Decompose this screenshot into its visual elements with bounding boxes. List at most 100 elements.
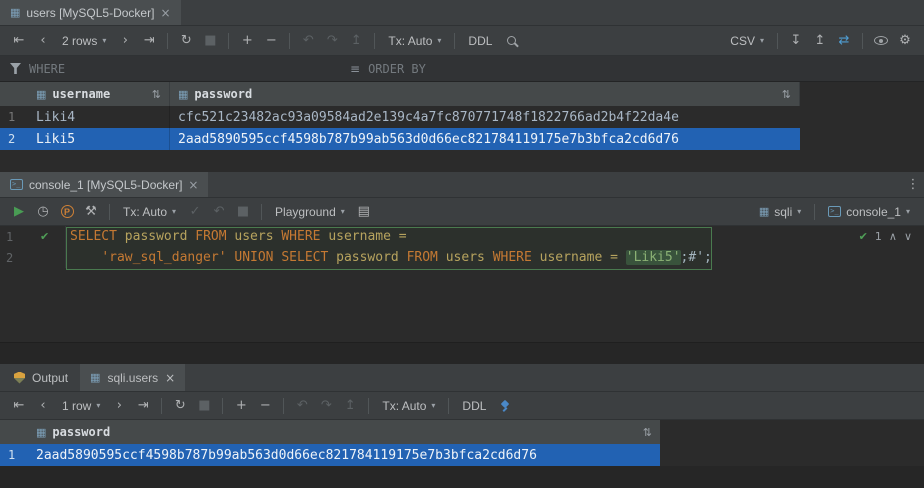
- more-options-button[interactable]: ⋮: [902, 175, 924, 195]
- last-row-button[interactable]: ⇥: [132, 396, 154, 416]
- undo-button[interactable]: ↶: [291, 396, 313, 416]
- import-data-button[interactable]: ↥: [809, 31, 831, 51]
- previous-row-button[interactable]: ‹: [32, 396, 54, 416]
- commit-button[interactable]: ✓: [184, 202, 206, 222]
- previous-row-button[interactable]: ‹: [32, 31, 54, 51]
- where-filter-field[interactable]: WHERE: [0, 56, 340, 81]
- compare-data-button[interactable]: ⇄: [833, 31, 855, 51]
- result-page-size-dropdown[interactable]: 1 row ▾: [56, 396, 106, 416]
- next-row-button[interactable]: ›: [114, 31, 136, 51]
- row-count-label: 2 rows: [62, 34, 97, 48]
- cancel-query-button[interactable]: ■: [232, 202, 254, 222]
- redo-button[interactable]: ↷: [315, 396, 337, 416]
- rollback-button[interactable]: ↶: [208, 202, 230, 222]
- pin-tab-button[interactable]: [494, 396, 516, 416]
- layout-icon: ▤: [358, 205, 370, 218]
- export-data-button[interactable]: ↧: [785, 31, 807, 51]
- toolbar-divider: [228, 33, 229, 49]
- previous-problem-icon[interactable]: ∧: [889, 231, 897, 242]
- cell-username[interactable]: Liki4: [28, 106, 170, 128]
- toolbar-divider: [814, 204, 815, 220]
- cell-password[interactable]: 2aad5890595ccf4598b787b99ab563d0d66ec821…: [170, 128, 800, 150]
- chevron-down-icon: ▾: [906, 208, 910, 216]
- page-size-dropdown[interactable]: 2 rows ▾: [56, 31, 112, 51]
- table-row[interactable]: 1 Liki4 cfc521c23482ac93a09584ad2e139c4a…: [0, 106, 800, 128]
- table-row-selected[interactable]: 1 2aad5890595ccf4598b787b99ab563d0d66ec8…: [0, 444, 660, 466]
- result-row-count-label: 1 row: [62, 399, 91, 413]
- sql-statement-line[interactable]: SELECT password FROM users WHERE usernam…: [66, 229, 407, 244]
- ddl-button[interactable]: DDL: [456, 396, 492, 416]
- session-selector[interactable]: >_ console_1 ▾: [822, 202, 916, 222]
- redo-button[interactable]: ↷: [321, 31, 343, 51]
- result-tx-dropdown[interactable]: Tx: Auto ▾: [376, 396, 441, 416]
- order-by-field[interactable]: ≡ ORDER BY: [340, 56, 436, 81]
- add-row-button[interactable]: +: [230, 396, 252, 416]
- stop-button[interactable]: ■: [199, 31, 221, 51]
- submit-button[interactable]: ↥: [345, 31, 367, 51]
- first-row-button[interactable]: ⇤: [8, 31, 30, 51]
- console-tx-label: Tx: Auto: [123, 205, 167, 219]
- cell-password[interactable]: 2aad5890595ccf4598b787b99ab563d0d66ec821…: [28, 444, 660, 466]
- output-layout-button[interactable]: ▤: [353, 202, 375, 222]
- tx-mode-dropdown[interactable]: Tx: Auto ▾: [382, 31, 447, 51]
- next-row-icon: ›: [123, 34, 128, 47]
- next-row-button[interactable]: ›: [108, 396, 130, 416]
- table-row-selected[interactable]: 2 Liki5 2aad5890595ccf4598b787b99ab563d0…: [0, 128, 800, 150]
- sql-token: password: [328, 250, 406, 265]
- run-button[interactable]: ▶: [8, 202, 30, 222]
- sql-token-highlighted: 'Liki5': [626, 250, 681, 265]
- previous-row-icon: ‹: [40, 399, 45, 412]
- column-header-password[interactable]: ▦ password ⇅: [28, 420, 660, 444]
- playground-mode-dropdown[interactable]: Playground ▾: [269, 202, 351, 222]
- sort-icon[interactable]: ⇅: [782, 89, 791, 100]
- add-row-button[interactable]: +: [236, 31, 258, 51]
- close-icon[interactable]: ×: [160, 7, 170, 19]
- chevron-down-icon: ▾: [172, 208, 176, 216]
- console-settings-button[interactable]: ⚒: [80, 202, 102, 222]
- close-icon[interactable]: ×: [165, 372, 175, 384]
- column-header-username[interactable]: ▦ username ⇅: [28, 82, 170, 106]
- parameters-button[interactable]: P: [56, 202, 78, 222]
- settings-button[interactable]: ⚙: [894, 31, 916, 51]
- schema-selector[interactable]: ▦ sqli ▾: [753, 202, 807, 222]
- ddl-button[interactable]: DDL: [462, 31, 498, 51]
- sql-token: password: [117, 229, 195, 244]
- delete-row-button[interactable]: −: [260, 31, 282, 51]
- wrench-icon: ⚒: [85, 205, 97, 218]
- cell-username[interactable]: Liki5: [28, 128, 170, 150]
- kebab-menu-icon: ⋮: [907, 178, 920, 191]
- tab-output[interactable]: Output: [4, 364, 78, 391]
- toolbar-divider: [368, 398, 369, 414]
- sql-token: 'raw_sql_danger': [101, 250, 226, 265]
- query-history-button[interactable]: ◷: [32, 202, 54, 222]
- find-button[interactable]: [500, 31, 522, 51]
- cell-password[interactable]: cfc521c23482ac93a09584ad2e139c4a7fc87077…: [170, 106, 800, 128]
- undo-button[interactable]: ↶: [297, 31, 319, 51]
- close-icon[interactable]: ×: [188, 179, 198, 191]
- tab-console[interactable]: >_ console_1 [MySQL5-Docker] ×: [0, 172, 208, 197]
- sql-token: FROM: [407, 250, 438, 265]
- view-options-button[interactable]: [870, 31, 892, 51]
- chevron-down-icon: ▾: [437, 37, 441, 45]
- sort-icon[interactable]: ⇅: [643, 427, 652, 438]
- sql-statement-line[interactable]: 'raw_sql_danger' UNION SELECT password F…: [66, 250, 712, 265]
- next-problem-icon[interactable]: ∨: [904, 231, 912, 242]
- column-header-password[interactable]: ▦ password ⇅: [170, 82, 800, 106]
- first-row-button[interactable]: ⇤: [8, 396, 30, 416]
- column-icon: ▦: [178, 89, 188, 100]
- commit-check-icon: ✓: [190, 205, 201, 218]
- sql-token: SELECT: [70, 229, 117, 244]
- console-tx-dropdown[interactable]: Tx: Auto ▾: [117, 202, 182, 222]
- reload-button[interactable]: ↻: [169, 396, 191, 416]
- delete-row-button[interactable]: −: [254, 396, 276, 416]
- sql-editor[interactable]: 1 ✔ SELECT password FROM users WHERE use…: [0, 226, 924, 342]
- stop-button[interactable]: ■: [193, 396, 215, 416]
- submit-button[interactable]: ↥: [339, 396, 361, 416]
- tab-result-grid[interactable]: ▦ sqli.users ×: [80, 364, 185, 391]
- reload-button[interactable]: ↻: [175, 31, 197, 51]
- export-format-dropdown[interactable]: CSV ▾: [724, 31, 770, 51]
- tab-users-table[interactable]: ▦ users [MySQL5-Docker] ×: [0, 0, 181, 25]
- line-number: 1: [6, 230, 18, 244]
- last-row-button[interactable]: ⇥: [138, 31, 160, 51]
- sort-icon[interactable]: ⇅: [152, 89, 161, 100]
